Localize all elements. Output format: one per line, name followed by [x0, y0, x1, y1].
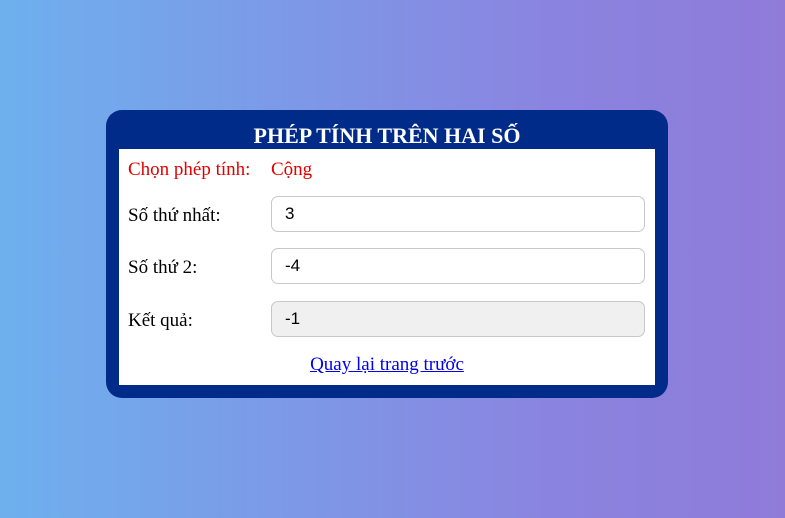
form-panel: Chọn phép tính: Cộng Số thứ nhất: Số thứ…	[119, 149, 655, 385]
back-link-container: Quay lại trang trước	[119, 353, 655, 377]
first-number-input[interactable]	[271, 196, 645, 232]
result-output	[271, 301, 645, 337]
operation-label: Chọn phép tính:	[128, 159, 251, 180]
back-link[interactable]: Quay lại trang trước	[310, 354, 464, 375]
second-number-label: Số thứ 2:	[128, 257, 198, 278]
calculator-card: PHÉP TÍNH TRÊN HAI SỐ Chọn phép tính: Cộ…	[106, 110, 668, 398]
card-title: PHÉP TÍNH TRÊN HAI SỐ	[253, 123, 521, 148]
first-number-label: Số thứ nhất:	[128, 205, 221, 226]
result-label: Kết quả:	[128, 310, 193, 331]
second-number-input[interactable]	[271, 248, 645, 284]
operation-value: Cộng	[271, 159, 313, 180]
